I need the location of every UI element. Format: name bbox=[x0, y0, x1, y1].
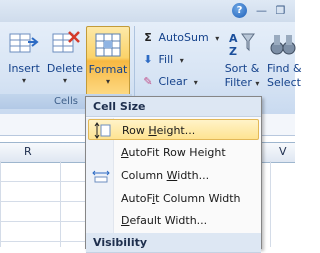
delete-label: Delete bbox=[46, 62, 84, 75]
find-label: Find & bbox=[267, 62, 302, 75]
svg-text:A: A bbox=[229, 32, 238, 45]
sort-label: Sort & bbox=[224, 62, 260, 75]
visibility-header: Visibility bbox=[86, 233, 261, 253]
grid-line bbox=[60, 161, 61, 247]
clear-label: Clear bbox=[158, 75, 188, 88]
help-icon[interactable]: ? bbox=[232, 3, 247, 18]
format-dropdown-menu: Cell Size Row Height... AutoFit Row Heig… bbox=[85, 96, 262, 253]
delete-button[interactable]: Delete ▾ bbox=[43, 26, 87, 92]
fill-down-icon: ⬇ bbox=[143, 53, 153, 66]
chevron-down-icon: ▾ bbox=[179, 56, 184, 65]
title-bar: ? — ❐ bbox=[0, 0, 295, 23]
row-height-item[interactable]: Row Height... bbox=[88, 119, 259, 140]
autofit-column-width-item[interactable]: AutoFit Column Width bbox=[88, 188, 259, 209]
insert-label: Insert bbox=[8, 62, 40, 75]
chevron-down-icon: ▾ bbox=[105, 77, 110, 86]
column-width-label: Column Width... bbox=[121, 169, 210, 182]
autosum-label: AutoSum bbox=[158, 31, 209, 44]
eraser-icon: ✎ bbox=[143, 75, 153, 88]
chevron-down-icon: ▾ bbox=[21, 76, 26, 85]
grid-line bbox=[0, 181, 90, 182]
cell-size-header: Cell Size bbox=[86, 97, 261, 117]
grid-line bbox=[0, 241, 90, 242]
fill-button[interactable]: ⬇ Fill ▾ bbox=[141, 50, 184, 70]
row-height-icon bbox=[93, 122, 111, 139]
grid-line bbox=[0, 201, 90, 202]
column-width-icon bbox=[92, 167, 110, 184]
chevron-down-icon: ▾ bbox=[193, 78, 198, 87]
chevron-down-icon: ▾ bbox=[62, 76, 67, 85]
autosum-button[interactable]: Σ AutoSum ▾ bbox=[141, 28, 219, 48]
format-label: Format bbox=[88, 63, 128, 76]
default-width-label: Default Width... bbox=[121, 214, 208, 227]
default-width-item[interactable]: Default Width... bbox=[88, 210, 259, 231]
restore-icon[interactable]: ❐ bbox=[272, 2, 289, 19]
filter-label: Filter ▾ bbox=[224, 76, 260, 89]
sigma-icon: Σ bbox=[144, 31, 152, 44]
grid-line bbox=[0, 161, 1, 247]
row-height-label: Row Height... bbox=[122, 124, 196, 137]
clear-button[interactable]: ✎ Clear ▾ bbox=[141, 72, 198, 92]
format-button[interactable]: Format ▾ bbox=[86, 26, 130, 96]
autofit-row-height-label: AutoFit Row Height bbox=[121, 146, 226, 159]
insert-button[interactable]: Insert ▾ bbox=[2, 26, 46, 92]
select-label: Select bbox=[267, 76, 301, 89]
autofit-column-width-label: AutoFit Column Width bbox=[121, 192, 241, 205]
column-header-v[interactable]: V bbox=[279, 145, 287, 158]
autofit-row-height-item[interactable]: AutoFit Row Height bbox=[88, 142, 259, 163]
find-select-button[interactable]: Find & Select bbox=[265, 26, 305, 92]
insert-cells-icon bbox=[8, 30, 40, 58]
minimize-icon[interactable]: — bbox=[253, 2, 270, 19]
svg-text:Z: Z bbox=[229, 45, 237, 58]
column-width-item[interactable]: Column Width... bbox=[88, 165, 259, 186]
column-header-r[interactable]: R bbox=[24, 145, 32, 158]
sort-filter-icon: A Z bbox=[226, 30, 258, 58]
grid-line bbox=[0, 221, 90, 222]
fill-label: Fill bbox=[158, 53, 174, 66]
format-cells-icon bbox=[92, 31, 124, 59]
delete-cells-icon bbox=[49, 30, 81, 58]
sort-filter-button[interactable]: A Z Sort & Filter ▾ bbox=[219, 26, 265, 92]
binoculars-icon bbox=[269, 30, 301, 58]
grid-line bbox=[270, 161, 271, 247]
